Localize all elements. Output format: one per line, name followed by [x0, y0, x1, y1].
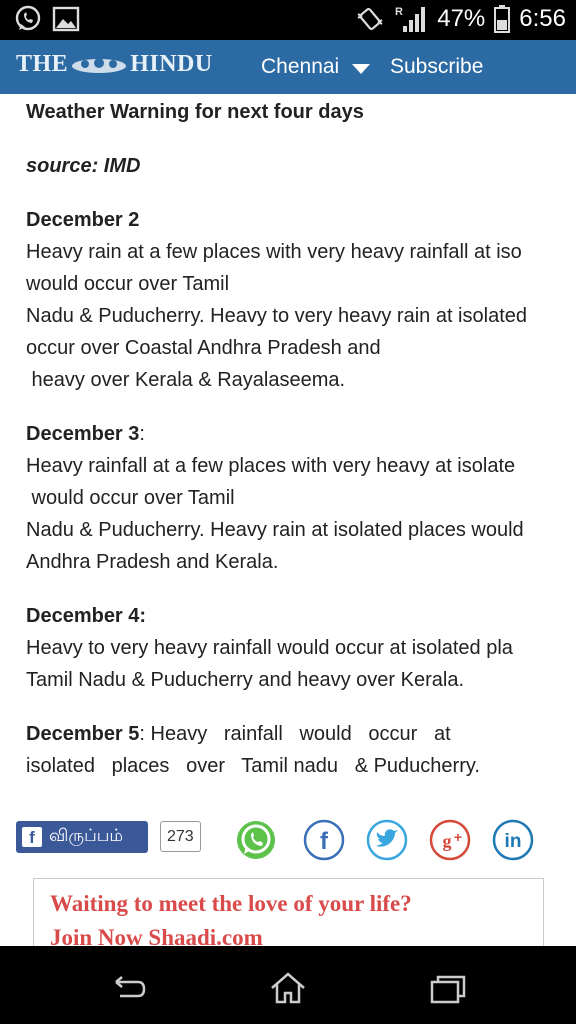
forecast-day-4: December 4: Heavy to very heavy rainfall…	[26, 600, 576, 696]
android-nav-bar	[0, 946, 576, 1024]
forecast-date: December 5	[26, 723, 140, 745]
image-icon	[52, 6, 80, 32]
facebook-like-button[interactable]: f விருப்பம்	[16, 821, 148, 853]
forecast-line: Nadu & Puducherry. Heavy rain at isolate…	[26, 519, 524, 541]
chevron-down-icon[interactable]	[352, 64, 370, 74]
facebook-icon: f	[22, 827, 42, 847]
forecast-day-3: December 3: Heavy rainfall at a few plac…	[26, 418, 576, 578]
subscribe-link[interactable]: Subscribe	[390, 55, 483, 79]
battery-percent: 47%	[437, 5, 486, 32]
signal-icon: R	[395, 6, 426, 32]
twitter-share-icon[interactable]	[365, 818, 409, 862]
recent-apps-icon[interactable]	[426, 968, 470, 1008]
forecast-line: Tamil Nadu & Puducherry and heavy over K…	[26, 669, 465, 691]
the-hindu-logo[interactable]: THE HINDU	[16, 51, 213, 78]
logo-text-left: THE	[16, 51, 69, 77]
forecast-date: December 3	[26, 423, 140, 445]
battery-icon	[494, 5, 511, 33]
roaming-indicator: R	[395, 6, 403, 18]
svg-text:g: g	[443, 831, 452, 851]
forecast-line: isolated places over Tamil nadu & Puduch…	[26, 755, 480, 777]
forecast-date: December 4:	[26, 605, 147, 627]
forecast-day-5: December 5: Heavy rainfall would occur a…	[26, 718, 576, 782]
forecast-line: occur over Coastal Andhra Pradesh and	[26, 337, 381, 359]
whatsapp-icon	[15, 5, 41, 31]
forecast-line: would occur over Tamil	[26, 273, 230, 295]
ad-headline: Waiting to meet the love of your life?	[50, 891, 412, 916]
forecast-date-suffix: : Heavy rainfall would occur at	[139, 723, 451, 745]
like-label: விருப்பம்	[49, 826, 124, 845]
forecast-day-2: December 2 Heavy rain at a few places wi…	[26, 204, 576, 396]
facebook-share-icon[interactable]: f	[302, 818, 346, 862]
forecast-line: Heavy rain at a few places with very hea…	[26, 241, 522, 263]
forecast-line: Heavy rainfall at a few places with very…	[26, 455, 516, 477]
forecast-line: Heavy to very heavy rainfall would occur…	[26, 637, 513, 659]
article-body: Weather Warning for next four days sourc…	[26, 94, 576, 782]
logo-emblem-icon	[72, 58, 127, 74]
logo-text-right: HINDU	[130, 51, 213, 77]
forecast-line: Andhra Pradesh and Kerala.	[26, 551, 279, 573]
forecast-line: would occur over Tamil	[26, 487, 235, 509]
forecast-date-suffix: :	[139, 423, 145, 445]
forecast-line: heavy over Kerala & Rayalaseema.	[26, 369, 346, 391]
svg-text:+: +	[454, 829, 462, 845]
svg-text:in: in	[505, 831, 522, 852]
social-share-row: f விருப்பம் 273 f g + in	[16, 818, 576, 868]
like-count: 273	[160, 821, 201, 852]
forecast-line: Nadu & Puducherry. Heavy to very heavy r…	[26, 305, 527, 327]
home-icon[interactable]	[266, 968, 310, 1008]
back-icon[interactable]	[106, 968, 150, 1008]
google-plus-share-icon[interactable]: g +	[428, 818, 472, 862]
whatsapp-share-icon[interactable]	[234, 818, 278, 862]
clock: 6:56	[519, 5, 566, 32]
svg-text:f: f	[320, 828, 329, 855]
linkedin-share-icon[interactable]: in	[491, 818, 535, 862]
article-title: Weather Warning for next four days	[26, 101, 364, 123]
forecast-date: December 2	[26, 209, 140, 231]
city-selector[interactable]: Chennai	[261, 55, 339, 79]
vibrate-icon	[357, 7, 383, 31]
status-bar: R 47% 6:56	[0, 0, 576, 40]
app-header: THE HINDU Chennai Subscribe	[0, 40, 576, 94]
article-source: source: IMD	[26, 155, 141, 177]
